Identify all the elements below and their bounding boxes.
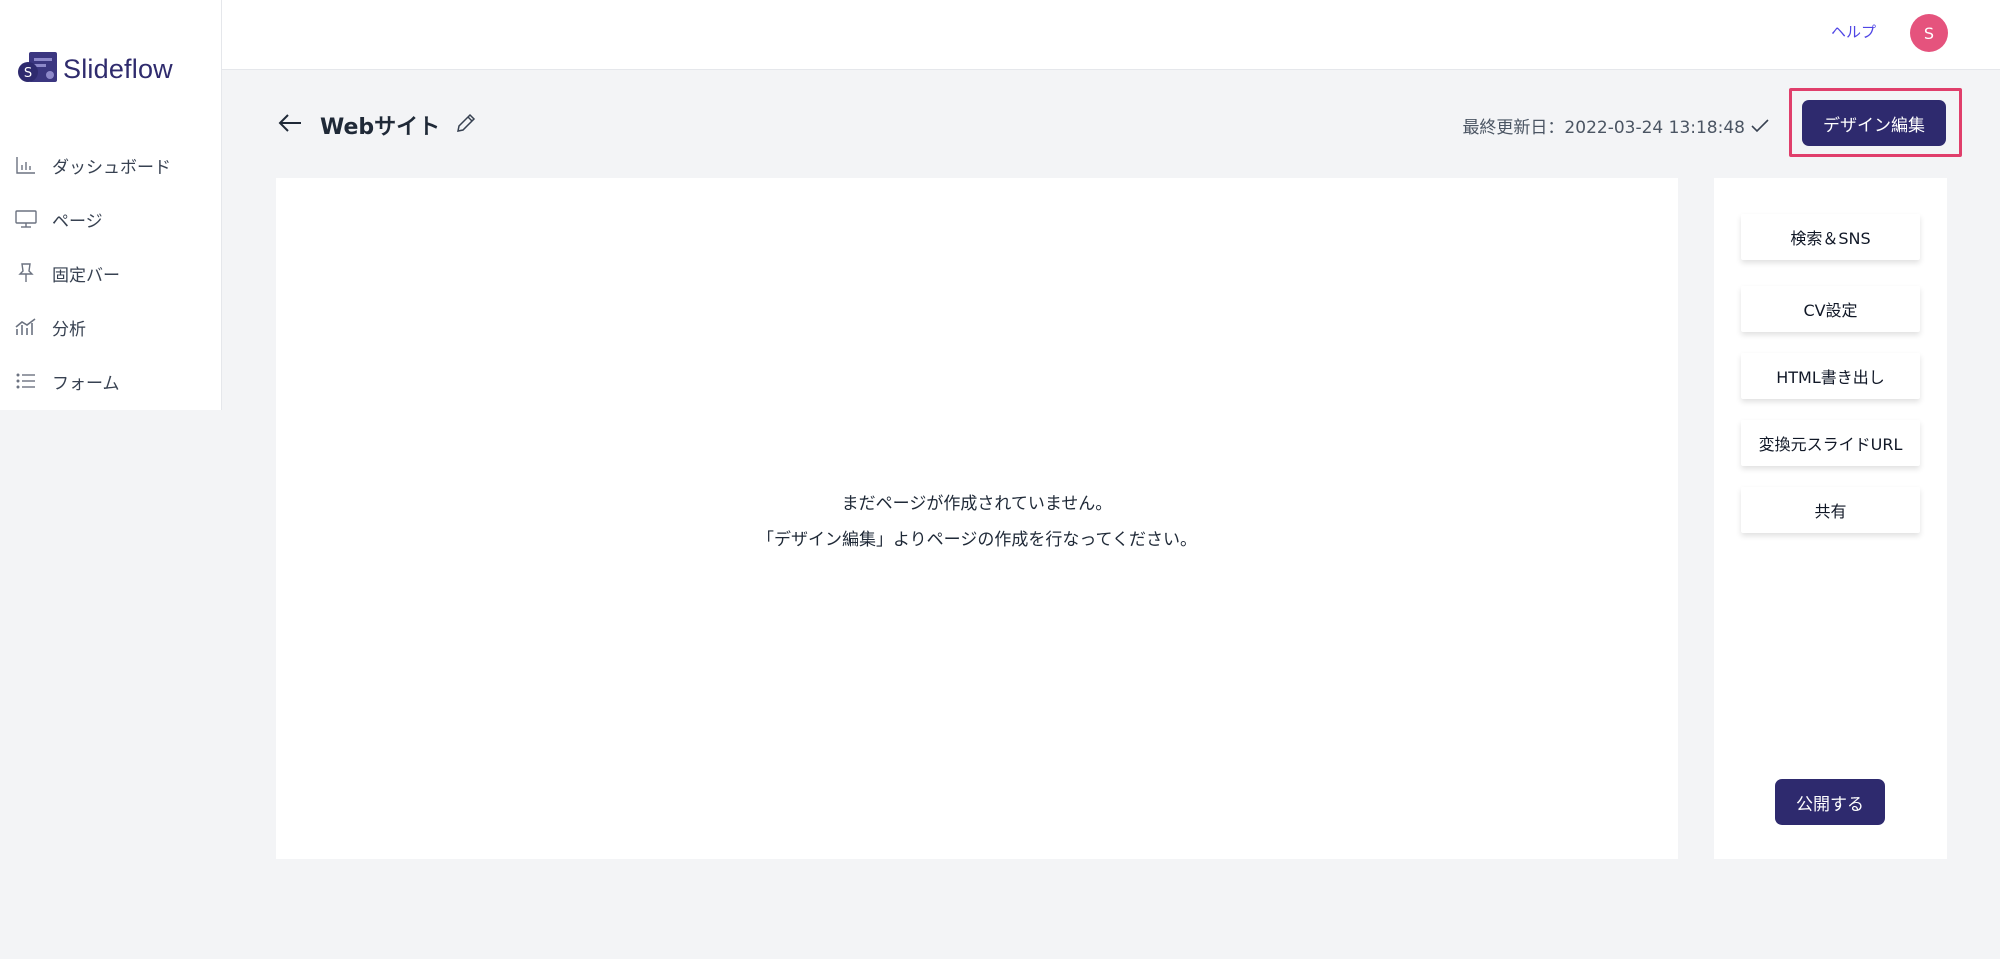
settings-panel: 検索＆SNS CV設定 HTML書き出し 変換元スライドURL 共有 公開する (1714, 178, 1947, 859)
sidebar: S Slideflow ダッシュボード ページ 固定バー 分析 フォーム (0, 0, 222, 410)
pencil-icon (457, 113, 476, 132)
help-link[interactable]: ヘルプ (1831, 21, 1876, 42)
monitor-icon (15, 208, 37, 230)
edit-title-button[interactable] (454, 111, 478, 135)
page-title: Webサイト (320, 115, 441, 140)
empty-state-line: 「デザイン編集」よりページの作成を行なってください。 (757, 530, 1197, 550)
list-icon (15, 370, 37, 392)
arrow-left-icon (278, 114, 301, 132)
sidebar-item-pages[interactable]: ページ (0, 192, 221, 246)
sidebar-item-label: ページ (52, 211, 103, 232)
last-updated-text: 最終更新日：2022-03-24 13:18:48 (1462, 118, 1745, 138)
publish-button[interactable]: 公開する (1775, 779, 1885, 825)
empty-state-message: まだページが作成されていません。 「デザイン編集」よりページの作成を行なってくだ… (276, 486, 1678, 558)
search-sns-button[interactable]: 検索＆SNS (1741, 214, 1920, 260)
sidebar-item-label: 固定バー (52, 265, 120, 286)
slideflow-logo-icon: S (17, 50, 59, 88)
html-export-button[interactable]: HTML書き出し (1741, 353, 1920, 399)
sidebar-nav: ダッシュボード ページ 固定バー 分析 フォーム (0, 138, 221, 408)
check-icon (1751, 118, 1769, 132)
page-preview-area: まだページが作成されていません。 「デザイン編集」よりページの作成を行なってくだ… (276, 178, 1678, 859)
back-button[interactable] (275, 108, 305, 138)
top-bar: ヘルプ S (222, 0, 2000, 70)
bar-chart-icon (15, 154, 37, 176)
user-avatar[interactable]: S (1910, 14, 1948, 52)
svg-text:S: S (24, 66, 32, 81)
cv-settings-button[interactable]: CV設定 (1741, 286, 1920, 332)
sidebar-item-label: 分析 (52, 319, 86, 340)
pin-icon (15, 262, 37, 284)
sidebar-item-label: ダッシュボード (52, 157, 171, 178)
empty-state-line: まだページが作成されていません。 (841, 494, 1113, 514)
sidebar-item-forms[interactable]: フォーム (0, 354, 221, 408)
source-slide-url-button[interactable]: 変換元スライドURL (1741, 420, 1920, 466)
sidebar-item-dashboard[interactable]: ダッシュボード (0, 138, 221, 192)
app-name: Slideflow (63, 53, 173, 84)
app-logo[interactable]: S Slideflow (17, 50, 173, 88)
sidebar-item-fixed-bar[interactable]: 固定バー (0, 246, 221, 300)
sidebar-item-analytics[interactable]: 分析 (0, 300, 221, 354)
design-edit-button[interactable]: デザイン編集 (1802, 100, 1946, 146)
analytics-icon (15, 316, 37, 338)
sidebar-item-label: フォーム (52, 373, 120, 394)
last-updated-status: 最終更新日：2022-03-24 13:18:48 (1462, 113, 1769, 138)
share-button[interactable]: 共有 (1741, 487, 1920, 533)
